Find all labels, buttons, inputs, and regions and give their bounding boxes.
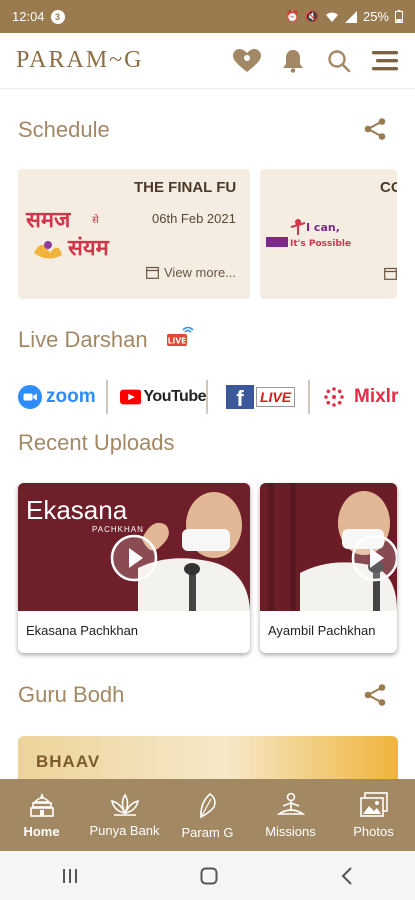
calendar-icon [384,267,397,280]
nav-label-punya-bank: Punya Bank [89,822,160,838]
nav-item-missions[interactable]: Missions [249,779,332,851]
battery-icon [395,10,403,23]
lotus-icon [110,792,139,816]
zoom-link[interactable]: zoom [0,378,106,416]
signal-icon [344,10,357,23]
nav-label-param-g: Param G [181,824,234,840]
notifications-button[interactable] [279,47,307,75]
back-icon[interactable] [340,866,354,885]
home-icon[interactable] [200,867,218,885]
live-platforms-row: zoom YouTube f LIVE Mixlr [0,378,415,416]
svg-text:संयम: संयम [67,236,110,261]
mixlr-link[interactable]: Mixlr [310,378,398,416]
meditation-icon [276,792,305,815]
app-bar: PARAM~G [0,33,415,89]
video-label: Ayambil Pachkhan [268,623,376,638]
heart-icon [233,48,261,72]
live-darshan-title: Live Darshan [18,327,148,352]
youtube-icon [120,389,142,405]
live-badge-icon: LIVE [167,326,194,346]
guru-bodh-title: Guru Bodh [18,682,125,707]
status-time: 12:04 [12,9,45,24]
recent-uploads-title: Recent Uploads [18,430,175,455]
play-icon[interactable] [350,533,397,583]
feather-icon [199,792,216,818]
view-more-label: View more... [164,265,237,280]
facebook-icon: f [226,385,254,409]
search-button[interactable] [325,47,353,75]
system-navigation-bar [0,851,415,900]
mixlr-icon [324,387,344,407]
svg-text:I can,: I can, [306,221,340,234]
temple-icon [29,792,54,817]
event-logo-image: समज से संयम [25,208,110,261]
photos-icon [359,791,388,817]
video-card[interactable]: Ekasana PACHKHAN Ekasana Pachkhan [18,483,250,653]
video-thumbnail: Ekasana PACHKHAN [18,483,250,611]
nav-item-home[interactable]: Home [0,779,83,851]
bottom-navigation: Home Punya Bank Param G Missions Photos [0,779,415,851]
schedule-card[interactable]: I can, It's Possible CO [260,169,397,299]
zoom-icon [18,385,42,409]
video-thumbnail [260,483,397,611]
nav-label-missions: Missions [265,823,316,839]
facebook-live-link[interactable]: f LIVE [208,378,308,416]
schedule-share-icon[interactable] [363,117,387,141]
wifi-icon [325,12,338,22]
schedule-card[interactable]: समज से संयम THE FINAL FU 06th Feb 2021 V… [18,169,250,299]
video-label: Ekasana Pachkhan [26,623,139,638]
zoom-label: zoom [46,386,96,407]
menu-icon [372,50,398,70]
nav-item-param-g[interactable]: Param G [166,779,249,851]
app-bar-actions [233,47,399,75]
app-logo: PARAM~G [16,47,144,73]
nav-label-photos: Photos [353,823,394,839]
play-icon[interactable] [109,533,159,583]
live-badge-text: LIVE [168,337,187,346]
schedule-card-title: CO [380,179,397,196]
battery-level: 25% [362,9,389,24]
schedule-card-date: 06th Feb 2021 [152,211,236,226]
menu-button[interactable] [371,47,399,75]
schedule-card-title: THE FINAL FU [134,179,237,196]
event-logo-image: I can, It's Possible [266,219,351,249]
youtube-link[interactable]: YouTube [108,378,206,416]
guru-bodh-share-icon[interactable] [363,683,387,707]
status-icons: ⏰ 🔇 25% [286,9,403,24]
schedule-title: Schedule [18,117,110,142]
svg-text:It's Possible: It's Possible [290,239,351,249]
nav-item-photos[interactable]: Photos [332,779,415,851]
video-overlay-title: Ekasana [26,495,128,525]
video-card[interactable]: Ayambil Pachkhan [260,483,397,653]
alarm-icon: ⏰ [285,11,300,23]
mixlr-label: Mixlr [354,386,399,407]
youtube-label: YouTube [143,388,206,405]
nav-label-home: Home [23,823,60,839]
mute-icon: 🔇 [305,11,319,23]
guru-bodh-banner-text: BHAAV [36,752,101,771]
notification-count-badge: 3 [50,9,65,24]
svg-text:समज: समज [25,208,72,233]
bell-icon [283,49,303,73]
svg-text:से: से [92,214,99,226]
nav-item-punya-bank[interactable]: Punya Bank [83,779,166,851]
status-bar: 12:04 3 ⏰ 🔇 25% [0,0,415,33]
view-more-link[interactable]: View more... [146,265,236,280]
search-icon [328,49,351,72]
favorite-button[interactable] [233,47,261,75]
svg-text:f: f [236,386,244,409]
facebook-live-label: LIVE [256,387,296,407]
recent-apps-icon[interactable] [61,868,79,884]
calendar-icon [146,266,159,279]
